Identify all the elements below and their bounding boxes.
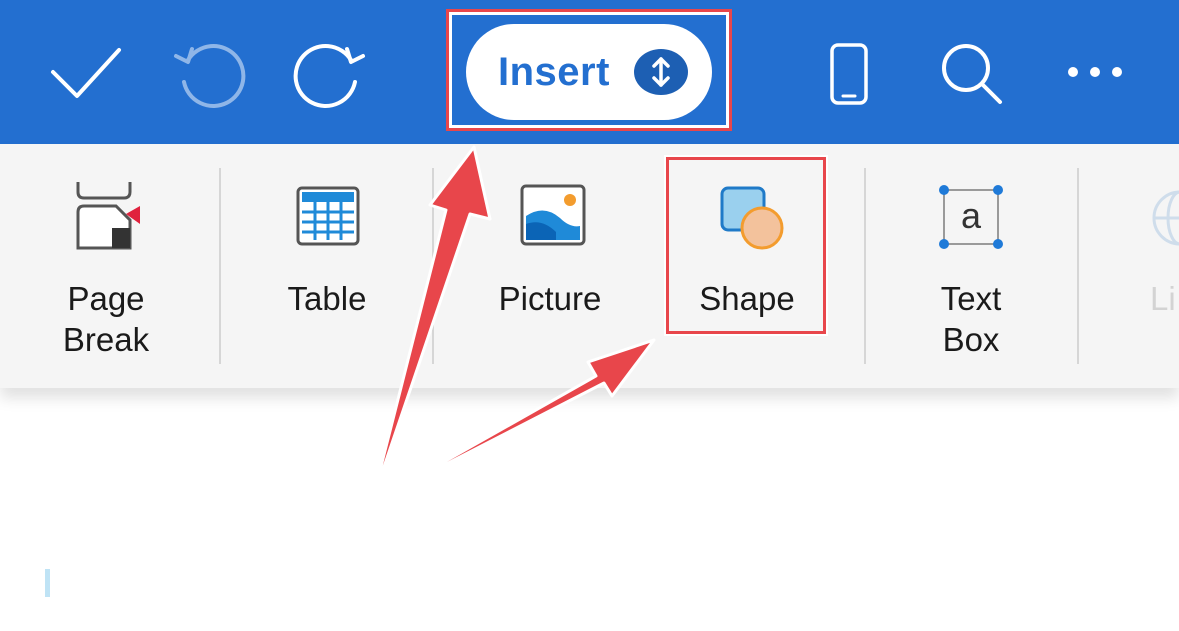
link-icon — [1150, 188, 1179, 253]
insert-tab-button[interactable]: Insert — [466, 24, 712, 120]
ribbon-item-label: Text — [940, 280, 1002, 317]
ribbon-page-break-button[interactable]: Page Break — [20, 144, 192, 388]
search-icon — [942, 44, 1002, 104]
table-icon — [296, 186, 360, 251]
svg-text:a: a — [961, 195, 982, 236]
ribbon-item-label: Box — [942, 321, 1000, 358]
ribbon-divider — [219, 168, 221, 364]
search-button[interactable] — [932, 34, 1012, 114]
up-down-arrow-icon — [634, 49, 688, 95]
mobile-view-button[interactable] — [818, 36, 880, 112]
text-box-icon: a — [938, 184, 1004, 255]
ribbon-item-label: Page — [67, 280, 145, 317]
ribbon-divider — [864, 168, 866, 364]
text-cursor — [45, 569, 50, 597]
redo-button[interactable] — [288, 36, 374, 112]
undo-icon — [174, 44, 246, 108]
undo-button[interactable] — [165, 36, 251, 112]
insert-ribbon: Page Break Table Picture Shape a Text Bo… — [0, 144, 1179, 388]
ribbon-text-box-button[interactable]: a Text Box — [888, 144, 1054, 388]
ribbon-link-button[interactable]: Li — [1100, 144, 1179, 388]
ribbon-item-label: Table — [287, 280, 367, 317]
redo-icon — [293, 44, 365, 108]
picture-icon — [520, 184, 586, 251]
ribbon-divider — [432, 168, 434, 364]
ribbon-item-label: Break — [62, 321, 150, 358]
ribbon-item-label: Li — [1150, 280, 1176, 317]
more-options-button[interactable] — [1055, 46, 1135, 98]
shape-highlight-box — [666, 157, 826, 334]
done-button[interactable] — [40, 36, 130, 112]
phone-icon — [830, 43, 868, 105]
ribbon-picture-button[interactable]: Picture — [460, 144, 640, 388]
ribbon-item-label: Picture — [498, 280, 602, 317]
top-toolbar: Insert — [0, 0, 1179, 144]
page-break-icon — [76, 180, 140, 255]
checkmark-icon — [51, 48, 121, 98]
insert-tab-label: Insert — [498, 50, 610, 94]
app-window: Insert Page Break Table Picture Shape a … — [0, 0, 1179, 631]
more-icon — [1068, 67, 1122, 77]
ribbon-table-button[interactable]: Table — [236, 144, 418, 388]
ribbon-divider — [1077, 168, 1079, 364]
